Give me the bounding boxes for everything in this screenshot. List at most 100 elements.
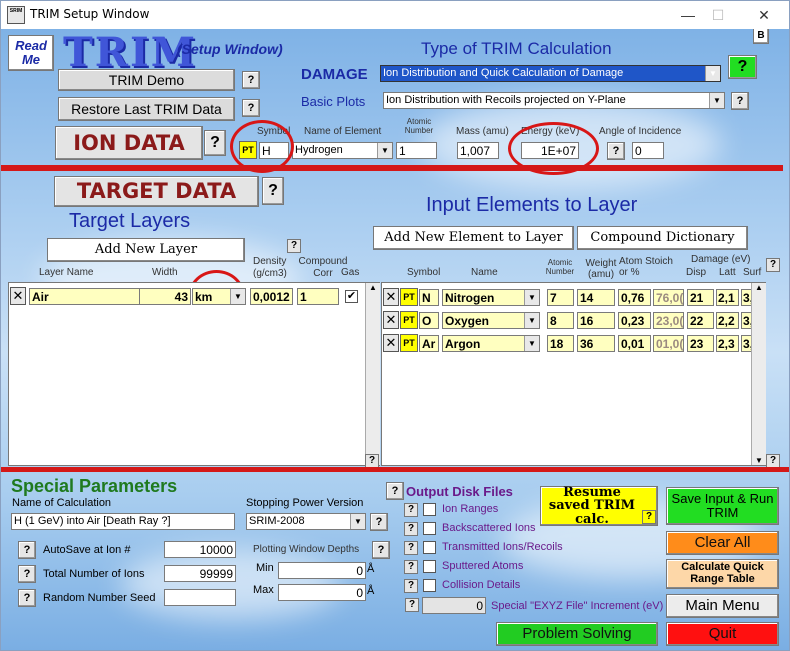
element-percent-input[interactable]: 23,0( xyxy=(653,312,684,329)
element-periodic-table-button[interactable]: PT xyxy=(400,311,418,329)
target-data-button[interactable]: TARGET DATA xyxy=(54,176,259,207)
output-files-help-button[interactable]: ? xyxy=(386,482,404,500)
element-stoich-input[interactable]: 0,76 xyxy=(618,289,651,306)
elements-help-button[interactable]: ? xyxy=(766,258,780,272)
element-stoich-input[interactable]: 0,23 xyxy=(618,312,651,329)
target-data-help-button[interactable]: ? xyxy=(262,177,284,205)
element-z-input[interactable]: 7 xyxy=(547,289,574,306)
resume-help-button[interactable]: ? xyxy=(642,510,656,524)
total-ions-input[interactable]: 99999 xyxy=(164,565,236,582)
element-symbol-input[interactable]: Ar xyxy=(419,335,439,352)
compound-corr-input[interactable]: 1 xyxy=(297,288,339,305)
element-disp-input[interactable]: 22 xyxy=(687,312,714,329)
ion-data-help-button[interactable]: ? xyxy=(204,130,226,156)
element-weight-input[interactable]: 36 xyxy=(577,335,615,352)
element-name-select[interactable]: Oxygen ▼ xyxy=(442,312,540,329)
plot-min-input[interactable]: 0 xyxy=(278,562,366,579)
delete-element-button[interactable]: ✕ xyxy=(383,311,399,329)
output-file-help-button[interactable]: ? xyxy=(404,503,418,517)
layer-width-unit-select[interactable]: km ▼ xyxy=(192,288,246,305)
exyz-help-button[interactable]: ? xyxy=(405,598,419,612)
output-file-help-button[interactable]: ? xyxy=(404,522,418,536)
plot-depths-help-button[interactable]: ? xyxy=(372,541,390,559)
layer-name-input[interactable]: Air xyxy=(29,288,140,305)
autosave-help-button[interactable]: ? xyxy=(18,541,36,559)
ion-mass-input[interactable]: 1,007 xyxy=(457,142,499,159)
basic-plots-select[interactable]: Ion Distribution with Recoils projected … xyxy=(383,92,725,109)
elements-scrollbar[interactable]: ▲ ▼ xyxy=(751,283,766,465)
restore-last-trim-data-button[interactable]: Restore Last TRIM Data xyxy=(58,97,235,121)
quit-button[interactable]: Quit xyxy=(666,622,779,646)
clear-all-button[interactable]: Clear All xyxy=(666,531,779,555)
element-stoich-input[interactable]: 0,01 xyxy=(618,335,651,352)
restore-help-button[interactable]: ? xyxy=(242,99,260,117)
main-menu-button[interactable]: Main Menu xyxy=(666,594,779,618)
plot-max-input[interactable]: 0 xyxy=(278,584,366,601)
element-weight-input[interactable]: 14 xyxy=(577,289,615,306)
read-me-button[interactable]: Read Me xyxy=(8,35,54,71)
random-seed-help-button[interactable]: ? xyxy=(18,589,36,607)
ion-data-button[interactable]: ION DATA xyxy=(55,126,203,160)
angle-help-button[interactable]: ? xyxy=(607,142,625,160)
element-percent-input[interactable]: 01,0( xyxy=(653,335,684,352)
element-percent-input[interactable]: 76,0( xyxy=(653,289,684,306)
element-disp-input[interactable]: 21 xyxy=(687,289,714,306)
gas-checkbox[interactable]: ✔ xyxy=(345,290,358,303)
delete-element-button[interactable]: ✕ xyxy=(383,288,399,306)
element-periodic-table-button[interactable]: PT xyxy=(400,288,418,306)
minimize-button[interactable]: — xyxy=(673,5,703,25)
element-name-select[interactable]: Nitrogen ▼ xyxy=(442,289,540,306)
element-disp-input[interactable]: 23 xyxy=(687,335,714,352)
calculate-quick-range-table-button[interactable]: Calculate Quick Range Table xyxy=(666,559,779,589)
layers-scrollbar[interactable]: ▲ ▼ xyxy=(365,283,380,465)
layer-width-input[interactable]: 43 xyxy=(139,288,191,305)
calc-type-help-button[interactable]: ? xyxy=(728,55,757,79)
element-symbol-input[interactable]: O xyxy=(419,312,439,329)
element-z-input[interactable]: 18 xyxy=(547,335,574,352)
add-new-element-button[interactable]: Add New Element to Layer xyxy=(373,226,574,250)
layers-bottom-help-button[interactable]: ? xyxy=(365,454,379,468)
basic-plots-help-button[interactable]: ? xyxy=(731,92,749,110)
ion-angle-input[interactable]: 0 xyxy=(632,142,664,159)
element-z-input[interactable]: 8 xyxy=(547,312,574,329)
delete-element-button[interactable]: ✕ xyxy=(383,334,399,352)
maximize-button[interactable]: ☐ xyxy=(703,5,733,25)
ion-element-select[interactable]: Hydrogen ▼ xyxy=(292,142,393,159)
element-weight-input[interactable]: 16 xyxy=(577,312,615,329)
resume-saved-trim-button[interactable]: Resume saved TRIM calc. xyxy=(540,485,658,526)
trim-demo-help-button[interactable]: ? xyxy=(242,71,260,89)
save-input-run-trim-button[interactable]: Save Input & Run TRIM xyxy=(666,487,779,525)
output-file-help-button[interactable]: ? xyxy=(404,541,418,555)
random-seed-input[interactable] xyxy=(164,589,236,606)
exyz-increment-input[interactable]: 0 xyxy=(422,597,486,614)
add-new-layer-button[interactable]: Add New Layer xyxy=(47,238,245,262)
autosave-input[interactable]: 10000 xyxy=(164,541,236,558)
elements-bottom-help-button[interactable]: ? xyxy=(766,454,780,468)
output-file-checkbox[interactable] xyxy=(423,503,436,516)
output-file-checkbox[interactable] xyxy=(423,579,436,592)
layers-help-button[interactable]: ? xyxy=(287,239,301,253)
calc-name-input[interactable]: H (1 GeV) into Air [Death Ray ?] xyxy=(11,513,235,530)
trim-demo-button[interactable]: TRIM Demo xyxy=(58,69,235,91)
element-symbol-input[interactable]: N xyxy=(419,289,439,306)
element-latt-input[interactable]: 2,2 xyxy=(716,312,739,329)
element-name-select[interactable]: Argon ▼ xyxy=(442,335,540,352)
total-ions-help-button[interactable]: ? xyxy=(18,565,36,583)
damage-select[interactable]: Ion Distribution and Quick Calculation o… xyxy=(380,65,721,82)
output-file-checkbox[interactable] xyxy=(423,541,436,554)
ion-atomic-number-input[interactable]: 1 xyxy=(396,142,437,159)
element-latt-input[interactable]: 2,3 xyxy=(716,335,739,352)
output-file-checkbox[interactable] xyxy=(423,522,436,535)
output-file-checkbox[interactable] xyxy=(423,560,436,573)
output-file-help-button[interactable]: ? xyxy=(404,560,418,574)
stopping-power-select[interactable]: SRIM-2008 ▼ xyxy=(246,513,366,530)
b-button[interactable]: B xyxy=(753,29,769,44)
problem-solving-button[interactable]: Problem Solving xyxy=(496,622,658,646)
delete-layer-button[interactable]: ✕ xyxy=(10,287,26,305)
element-latt-input[interactable]: 2,1 xyxy=(716,289,739,306)
stopping-power-help-button[interactable]: ? xyxy=(370,513,388,531)
output-file-help-button[interactable]: ? xyxy=(404,579,418,593)
close-button[interactable]: ✕ xyxy=(749,5,779,25)
density-input[interactable]: 0,0012 xyxy=(250,288,293,305)
element-periodic-table-button[interactable]: PT xyxy=(400,334,418,352)
